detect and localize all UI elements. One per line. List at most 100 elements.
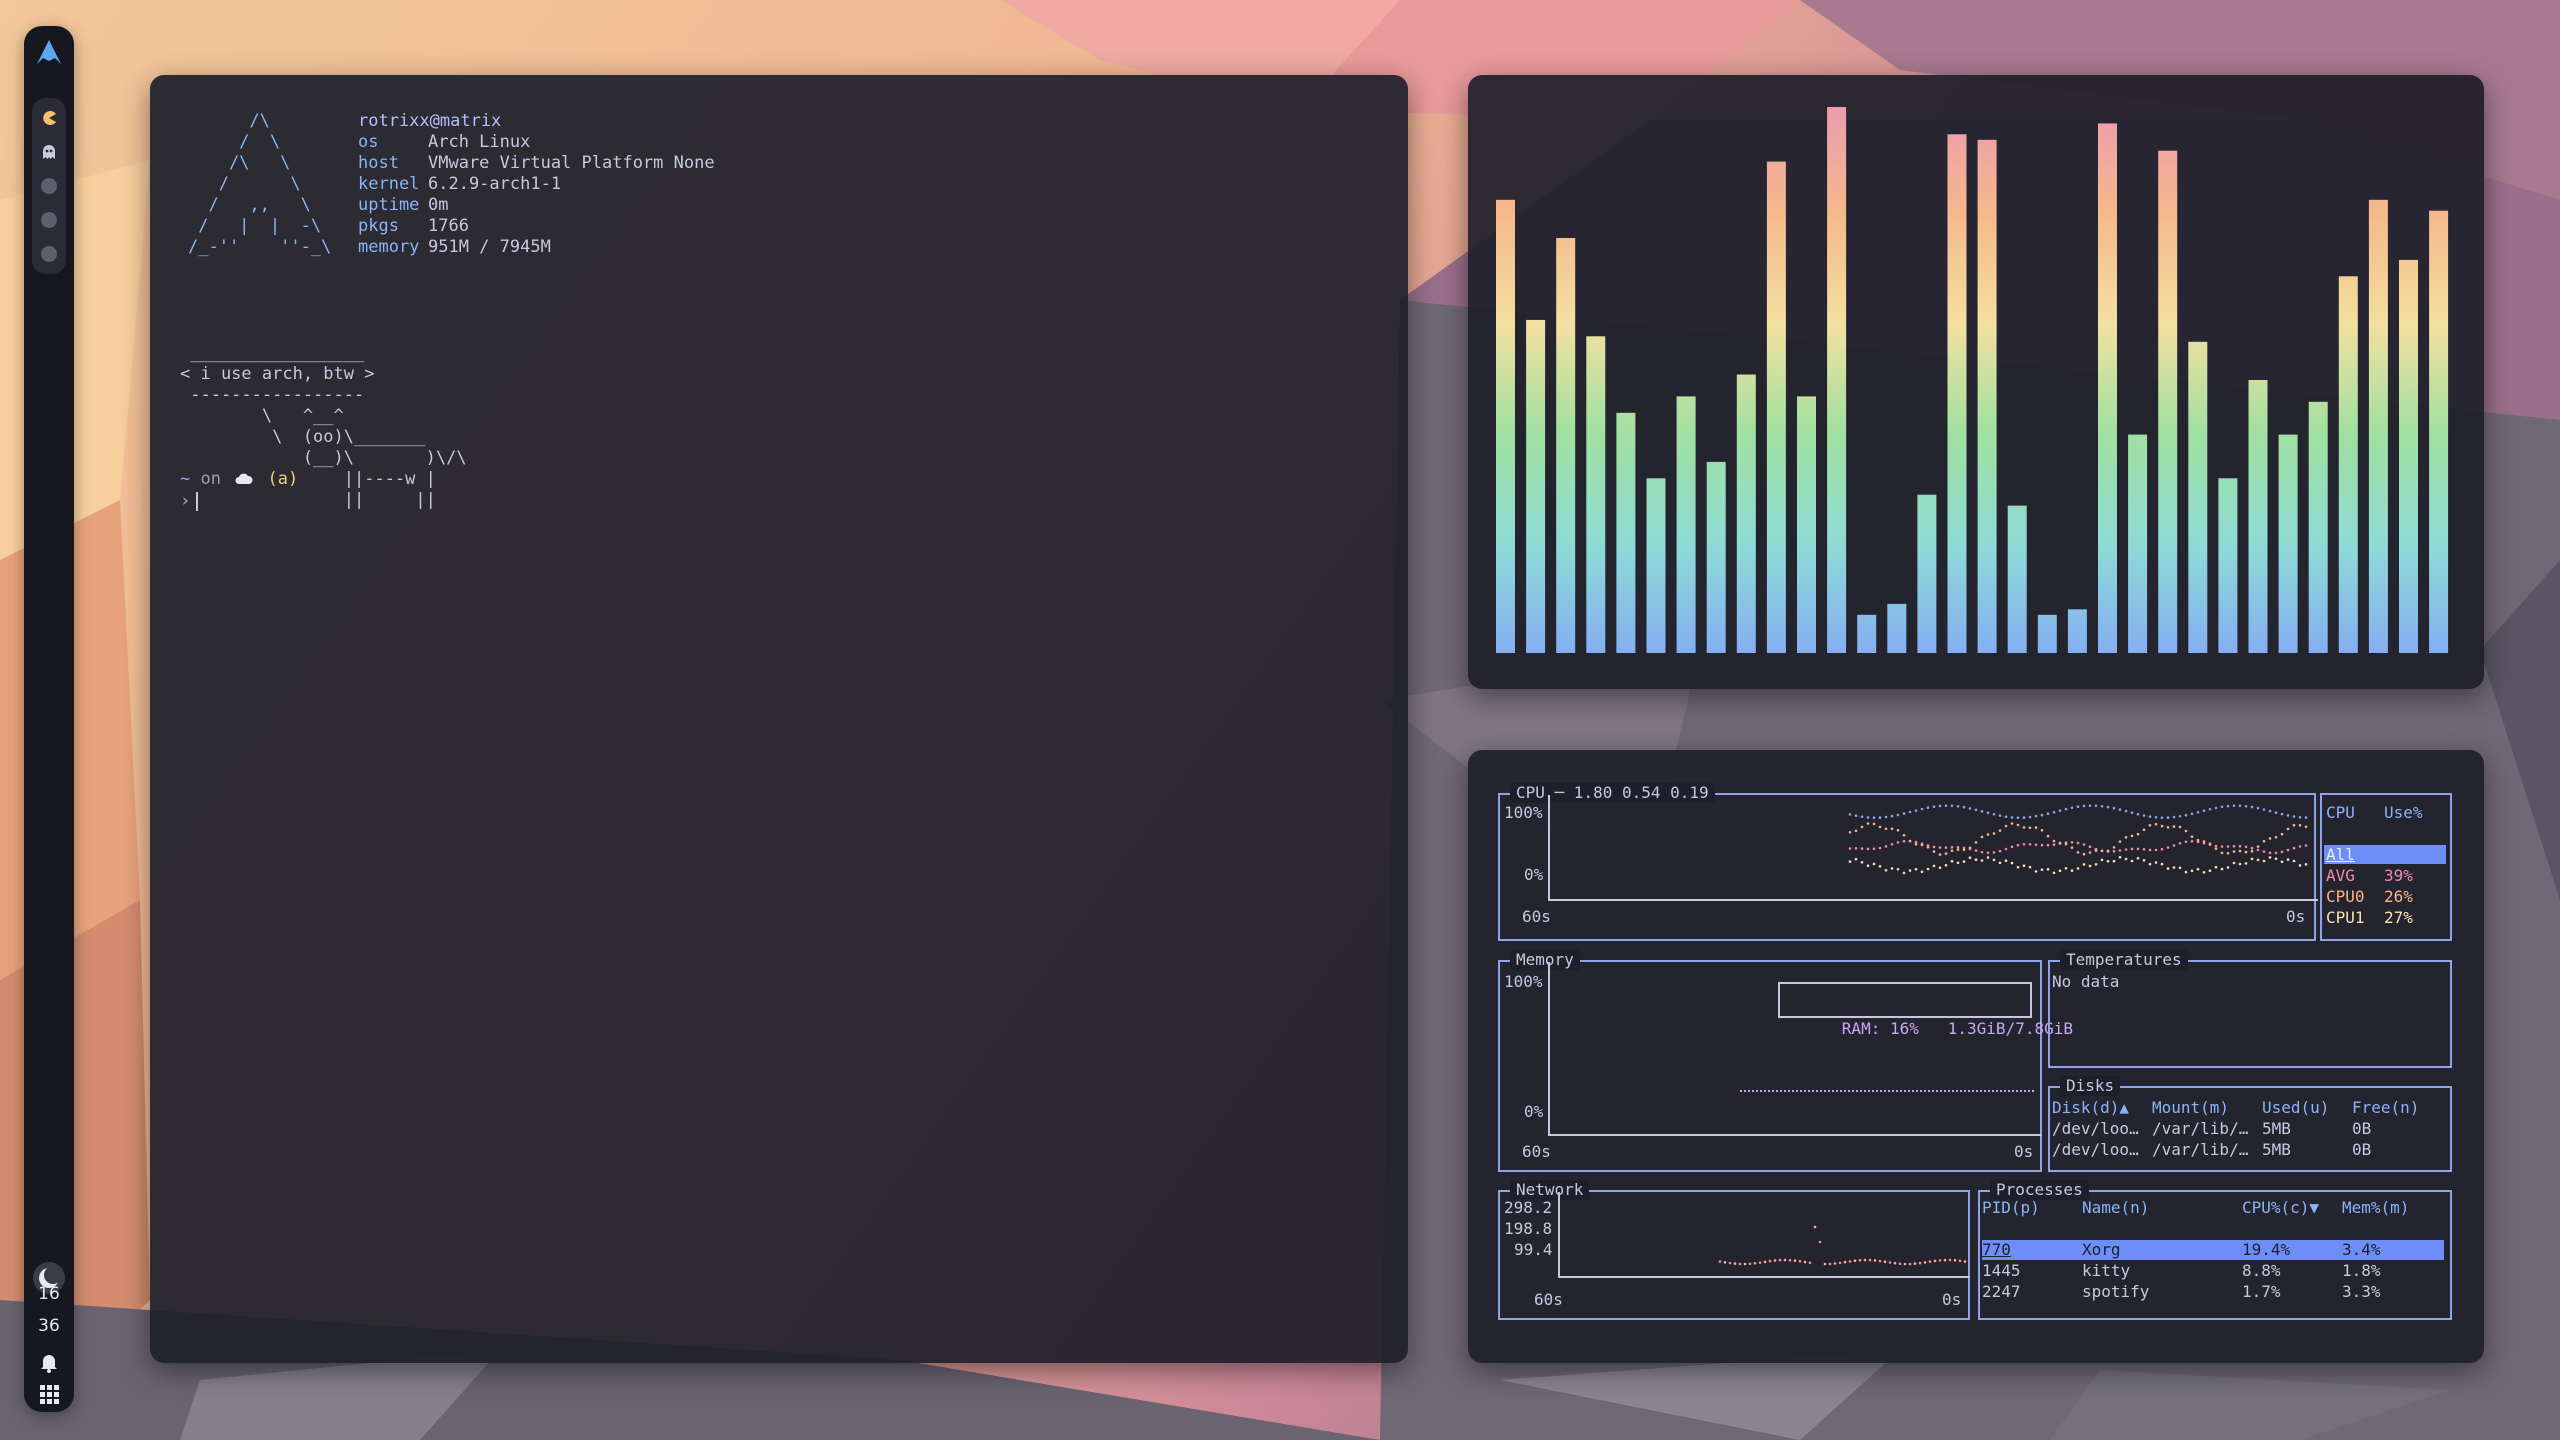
cpu-trace-point xyxy=(1866,864,1870,867)
cpu-trace-point xyxy=(2076,841,2080,845)
cpu-trace-point xyxy=(1848,847,1852,850)
visualizer-bar xyxy=(2308,401,2328,653)
terminal-window[interactable]: /\ / \ /\ \ / \ / ,, \ / | | -\ /_-'' ''… xyxy=(150,75,1408,1363)
cpu-trace-point xyxy=(2028,843,2032,846)
cpu-graph-panel[interactable]: CPU ─ 1.80 0.54 0.19 100% 0% 60s 0s xyxy=(1498,783,2318,941)
cpu-trace-point xyxy=(2004,859,2008,862)
visualizer-bar xyxy=(1766,161,1786,653)
cpu-legend-avg[interactable]: AVG xyxy=(2326,866,2355,886)
workspace-dot-5[interactable] xyxy=(41,246,57,262)
fetch-row-host: host VMware Virtual Platform None xyxy=(358,153,715,173)
workspace-switcher xyxy=(32,98,66,274)
cpu-trace-point xyxy=(1938,866,1942,869)
cpu-trace-point xyxy=(1932,850,1936,853)
cpu-trace-point xyxy=(2010,822,2014,825)
workspace-dot-3[interactable] xyxy=(41,178,57,194)
cpu-trace-point xyxy=(2148,848,2152,852)
cpu-legend-cpu0[interactable]: CPU0 xyxy=(2326,887,2365,907)
cpu-trace-point xyxy=(2112,846,2116,849)
cpu-trace-point xyxy=(2034,870,2038,873)
processes-header-mem[interactable]: Mem%(m) xyxy=(2342,1198,2409,1218)
disks-header-mount[interactable]: Mount(m) xyxy=(2152,1098,2229,1118)
cpu-trace-point xyxy=(1902,833,1906,837)
cpu-trace-point xyxy=(2076,867,2080,870)
grid-icon[interactable] xyxy=(37,1382,61,1406)
pacman-icon[interactable] xyxy=(41,110,57,126)
visualizer-bars xyxy=(1496,107,2449,654)
memory-panel[interactable]: Memory 100% 0% 60s 0s RAM: 16% 1.3GiB/7.… xyxy=(1498,950,2073,1172)
ram-label: RAM: 16% xyxy=(1841,1019,1919,1038)
processes-header-pid[interactable]: PID(p) xyxy=(1982,1198,2040,1218)
process-0-cpu: 19.4% xyxy=(2242,1240,2291,1259)
cpu-legend-all[interactable]: All xyxy=(2326,845,2355,865)
cpu-trace-point xyxy=(2226,845,2230,848)
audio-visualizer-window[interactable] xyxy=(1468,75,2484,689)
cpu-trace-point xyxy=(1854,829,1858,833)
cpu-trace-point xyxy=(2148,815,2152,818)
cpu-trace-point xyxy=(1878,816,1882,819)
disks-panel[interactable]: Disks Disk(d)▲ Mount(m) Used(u) Free(n) … xyxy=(2048,1076,2452,1172)
cpu-trace-point xyxy=(2214,844,2218,848)
process-row[interactable]: 2247 spotify 1.7% 3.3% xyxy=(1982,1282,2444,1302)
shell-input-line[interactable]: › xyxy=(180,491,199,512)
cpu-trace-point xyxy=(2088,864,2092,868)
network-trace-point xyxy=(1753,1262,1757,1265)
process-row[interactable]: 1445 kitty 8.8% 1.8% xyxy=(1982,1261,2444,1281)
cpu-trace-point xyxy=(2022,864,2026,867)
cpu-trace-point xyxy=(2142,828,2146,832)
cpu-legend-cpu1[interactable]: CPU1 xyxy=(2326,908,2365,928)
cpu-trace-point xyxy=(2250,857,2254,861)
network-trace-point xyxy=(1923,1261,1927,1264)
cpu-trace-point xyxy=(1866,816,1870,819)
cpu-trace-point xyxy=(2304,863,2308,866)
fetch-info: rotrixx@matrix os Arch Linux host VMware V… xyxy=(358,111,715,258)
cpu-trace-point xyxy=(1974,858,1978,861)
bell-icon[interactable] xyxy=(37,1350,61,1374)
cpu-trace-point xyxy=(2244,850,2248,854)
cpu-trace-point xyxy=(1860,825,1864,829)
cpu-trace-point xyxy=(2142,814,2146,817)
temperatures-panel-title: Temperatures xyxy=(2060,950,2188,970)
arch-logo-icon[interactable] xyxy=(35,38,63,66)
visualizer-bar xyxy=(1917,494,1937,653)
temperatures-panel[interactable]: Temperatures No data xyxy=(2048,950,2452,1068)
fetch-row-memory: memory 951M / 7945M xyxy=(358,237,551,257)
cpu-trace-point xyxy=(2118,840,2122,843)
memory-y-bottom: 0% xyxy=(1524,1102,1544,1121)
cpu-trace-point xyxy=(2010,861,2014,865)
cpu-trace-point xyxy=(2064,842,2068,846)
cpu-trace-point xyxy=(2292,823,2296,827)
cpu-trace-point xyxy=(1884,827,1888,831)
disks-header-disk[interactable]: Disk(d)▲ xyxy=(2052,1098,2129,1118)
cpu-trace-point xyxy=(1998,861,2002,865)
cpu-trace-point xyxy=(2280,812,2284,816)
system-monitor-window[interactable]: CPU ─ 1.80 0.54 0.19 100% 0% 60s 0s CPU … xyxy=(1468,750,2484,1363)
processes-header-name[interactable]: Name(n) xyxy=(2082,1198,2149,1218)
cpu-trace-point xyxy=(2088,845,2092,848)
visualizer-bar xyxy=(1676,396,1696,653)
network-y-label-1: 198.8 xyxy=(1504,1219,1553,1238)
workspace-dot-4[interactable] xyxy=(41,212,57,228)
cpu-trace-point xyxy=(2238,849,2242,853)
cpu-trace-point xyxy=(2226,852,2230,855)
cpu-trace-point xyxy=(1926,867,1930,871)
arch-ascii-logo: /\ / \ /\ \ / \ / ,, \ / | | -\ /_-'' ''… xyxy=(188,111,332,257)
cpu-trace-point xyxy=(1878,865,1882,868)
disk-row-1-free: 0B xyxy=(2352,1140,2372,1159)
network-panel[interactable]: Network 298.2 198.8 99.4 60s 0s xyxy=(1498,1180,1970,1320)
cpu-trace-point xyxy=(2280,850,2284,854)
processes-panel[interactable]: Processes PID(p) Name(n) CPU%(c)▼ Mem%(m… xyxy=(1978,1180,2452,1320)
network-trace-point xyxy=(1748,1262,1752,1266)
processes-header-cpu[interactable]: CPU%(c)▼ xyxy=(2242,1198,2319,1218)
disks-header-used[interactable]: Used(u) xyxy=(2262,1098,2329,1118)
cpu-trace-point xyxy=(2046,812,2050,815)
process-row-selected[interactable]: 770 Xorg 19.4% 3.4% xyxy=(1982,1240,2444,1260)
cpu-trace-point xyxy=(2304,816,2308,819)
disks-header-free[interactable]: Free(n) xyxy=(2352,1098,2419,1118)
cpu-legend-panel[interactable]: CPU Use% All AVG 39% CPU0 26% CPU1 27% xyxy=(2320,793,2452,941)
ghost-icon[interactable] xyxy=(41,144,57,160)
network-trace-point xyxy=(1778,1258,1782,1262)
visualizer-bar xyxy=(2368,199,2388,654)
cpu-trace-point xyxy=(1956,845,1960,849)
cpu-trace-point xyxy=(1932,864,1936,868)
